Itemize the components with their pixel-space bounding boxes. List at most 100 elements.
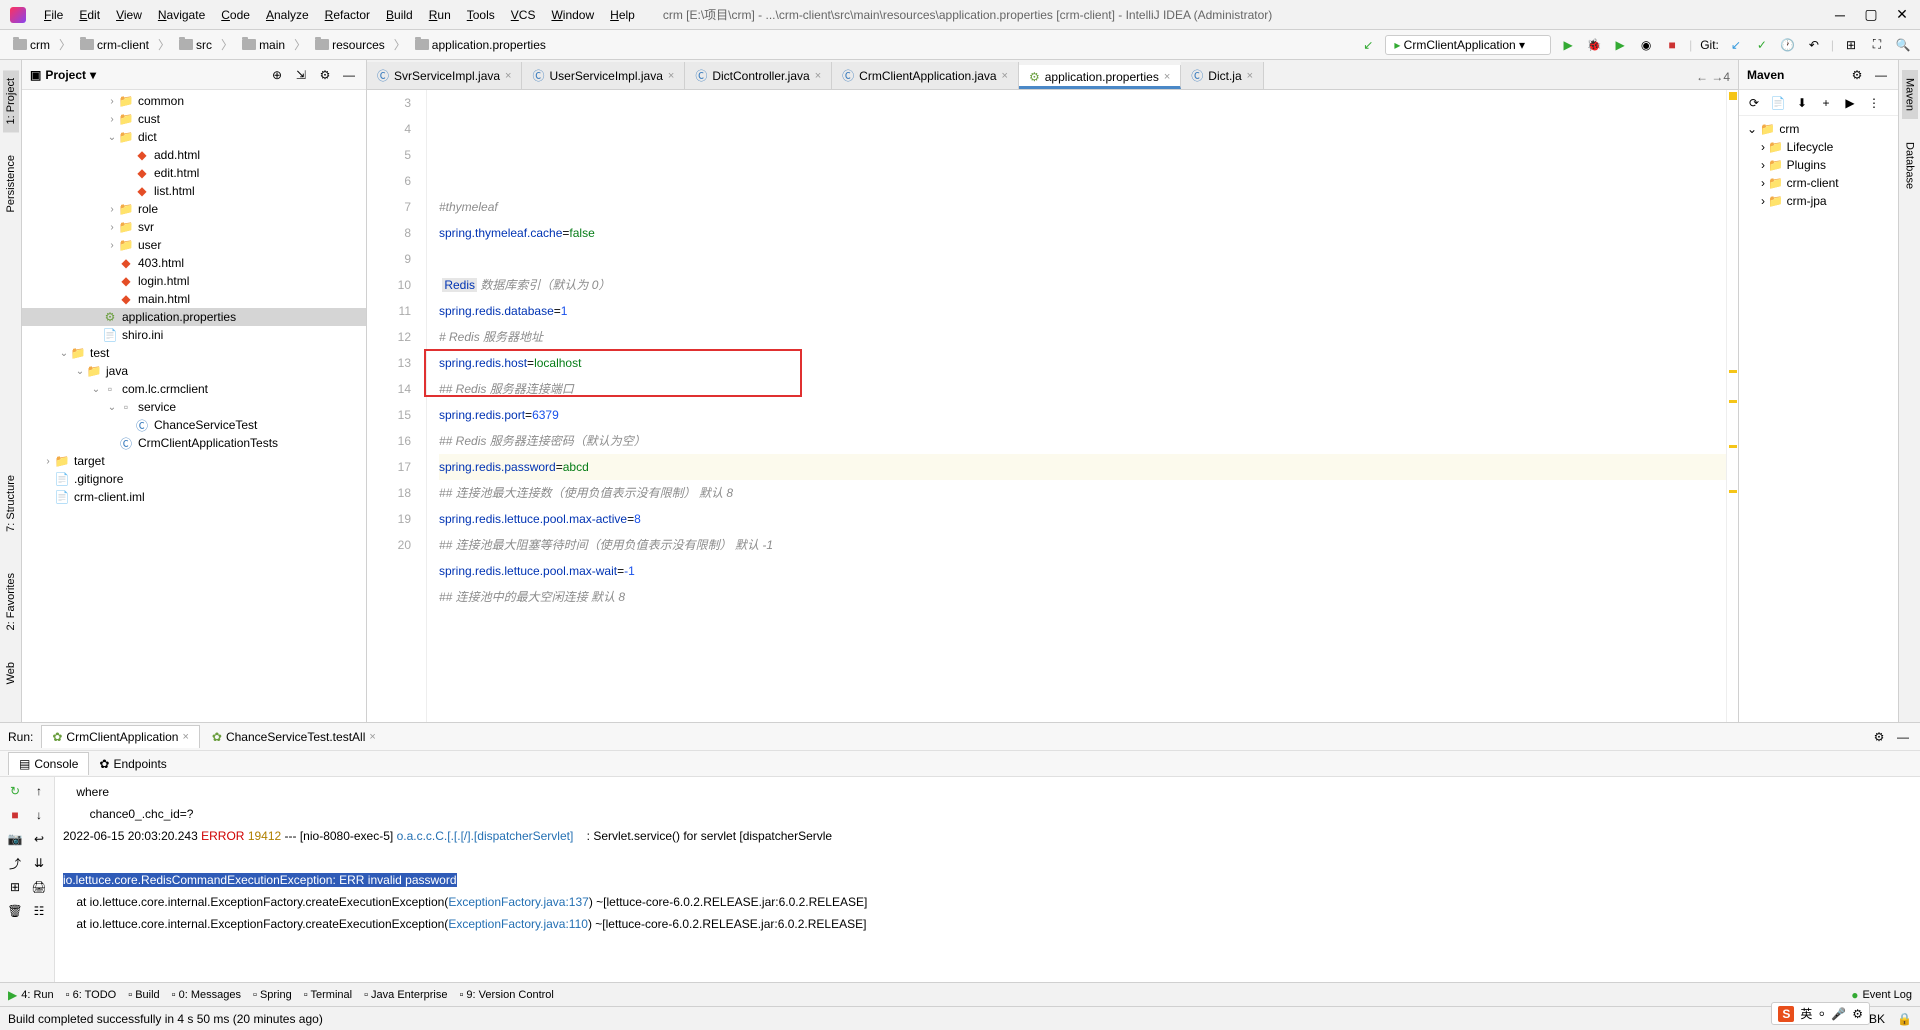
code-line[interactable] [439,246,1726,272]
layout-icon[interactable]: ⊞ [5,877,25,897]
endpoints-tab[interactable]: ✿ Endpoints [89,753,176,775]
gear-icon[interactable]: ⚙ [1848,66,1866,84]
up-icon[interactable]: ↑ [29,781,49,801]
breadcrumb-item[interactable]: main [237,36,290,54]
coverage-button[interactable]: ▶ [1611,36,1629,54]
git-commit-icon[interactable]: ✓ [1753,36,1771,54]
minimize-button[interactable]: ─ [1832,7,1848,23]
close-tab-icon[interactable]: × [815,70,821,82]
close-button[interactable]: ✕ [1894,7,1910,23]
structure-tool-tab[interactable]: 7: Structure [3,467,19,540]
code-line[interactable]: ## 连接池中的最大空闲连接 默认 8 [439,584,1726,610]
maximize-button[interactable]: ▢ [1863,7,1879,23]
status-lock-icon[interactable]: 🔒 [1897,1012,1912,1026]
database-tool-tab[interactable]: Database [1902,134,1918,197]
ime-bar[interactable]: S 英 ⸰ 🎤 ⚙ [1771,1002,1870,1025]
menu-edit[interactable]: Edit [71,5,108,25]
tree-item[interactable]: 📄shiro.ini [22,326,366,344]
close-tab-icon[interactable]: × [1247,70,1253,82]
close-tab-icon[interactable]: × [505,70,511,82]
favorites-tool-tab[interactable]: 2: Favorites [3,565,19,638]
tree-item[interactable]: 📄.gitignore [22,470,366,488]
menu-analyze[interactable]: Analyze [258,5,317,25]
tree-item[interactable]: ⌄📁test [22,344,366,362]
git-revert-icon[interactable]: ↶ [1805,36,1823,54]
web-tool-tab[interactable]: Web [3,654,19,692]
menu-file[interactable]: File [36,5,71,25]
code-area[interactable]: #thymeleafspring.thymeleaf.cache=false R… [427,90,1726,722]
tree-item[interactable]: ›📁svr [22,218,366,236]
project-tree[interactable]: ›📁common›📁cust⌄📁dict◆add.html◆edit.html◆… [22,90,366,722]
code-line[interactable]: Redis 数据库索引（默认为 0） [439,272,1726,298]
ime-settings-icon[interactable]: ⚙ [1852,1007,1863,1021]
bottom-tab[interactable]: ▫ Terminal [304,989,352,1001]
run-configuration-select[interactable]: ▸ CrmClientApplication ▾ [1385,35,1551,55]
bottom-tab[interactable]: ▫ Build [128,989,159,1001]
more-icon[interactable]: ⋮ [1865,94,1883,112]
download-icon[interactable]: ⬇ [1793,94,1811,112]
code-line[interactable]: # Redis 服务器地址 [439,324,1726,350]
add-icon[interactable]: + [1817,94,1835,112]
code-line[interactable]: spring.redis.database=1 [439,298,1726,324]
menu-navigate[interactable]: Navigate [150,5,213,25]
error-stripe[interactable] [1726,90,1738,722]
back-icon[interactable]: ↙ [1359,36,1377,54]
tree-item[interactable]: 📄crm-client.iml [22,488,366,506]
bottom-tab[interactable]: ▫ 0: Messages [172,989,241,1001]
bottom-tab[interactable]: ▫ 9: Version Control [459,989,553,1001]
console-line[interactable]: 2022-06-15 20:03:20.243 ERROR 19412 --- … [63,825,1912,847]
ime-icon[interactable]: ⸰ [1818,1005,1825,1022]
tree-item[interactable]: ›📁role [22,200,366,218]
generate-icon[interactable]: 📄 [1769,94,1787,112]
menu-vcs[interactable]: VCS [503,5,544,25]
stripe-mark[interactable] [1729,400,1737,403]
bottom-tab[interactable]: ▫ Spring [253,989,292,1001]
code-line[interactable]: ## Redis 服务器连接密码（默认为空） [439,428,1726,454]
tree-item[interactable]: ◆main.html [22,290,366,308]
collapse-icon[interactable]: ⇲ [292,66,310,84]
git-history-icon[interactable]: 🕐 [1779,36,1797,54]
code-line[interactable]: spring.redis.lettuce.pool.max-wait=-1 [439,558,1726,584]
tree-item[interactable]: ›📁user [22,236,366,254]
locate-icon[interactable]: ⊕ [268,66,286,84]
breadcrumb-item[interactable]: crm [8,36,55,54]
search-icon[interactable]: 🔍 [1894,36,1912,54]
maven-item[interactable]: › 📁 Plugins [1743,156,1894,174]
menu-view[interactable]: View [108,5,150,25]
tree-item[interactable]: ⒸChanceServiceTest [22,416,366,434]
ime-lang[interactable]: 英 [1800,1005,1812,1022]
maven-root[interactable]: ⌄ 📁 crm [1743,120,1894,138]
tree-item[interactable]: ◆403.html [22,254,366,272]
console-line[interactable]: where [63,781,1912,803]
menu-run[interactable]: Run [421,5,459,25]
maven-tree[interactable]: ⌄ 📁 crm › 📁 Lifecycle› 📁 Plugins› 📁 crm-… [1739,116,1898,214]
editor-tab[interactable]: ⒸSvrServiceImpl.java × [367,62,522,89]
code-line[interactable] [439,610,1726,636]
debug-button[interactable]: 🐞 [1585,36,1603,54]
code-line[interactable]: #thymeleaf [439,194,1726,220]
code-line[interactable] [439,168,1726,194]
exit-icon[interactable]: ⤴ [5,853,25,873]
editor-tab[interactable]: ⒸDict.ja × [1181,62,1264,89]
bottom-tab[interactable]: ▫ Java Enterprise [364,989,447,1001]
code-line[interactable]: spring.redis.password=abcd [439,454,1726,480]
tree-item[interactable]: ›📁cust [22,110,366,128]
editor-tab[interactable]: ⒸUserServiceImpl.java × [522,62,685,89]
tree-item[interactable]: ⌄▫service [22,398,366,416]
structure-icon[interactable]: ⊞ [1842,36,1860,54]
code-line[interactable]: ## 连接池最大连接数（使用负值表示没有限制） 默认 8 [439,480,1726,506]
stripe-mark[interactable] [1729,370,1737,373]
bottom-tab[interactable]: ▶ 4: Run [8,988,54,1002]
filter-icon[interactable]: ☷ [29,901,49,921]
menu-window[interactable]: Window [543,5,602,25]
console-output[interactable]: where chance0_.chc_id=?2022-06-15 20:03:… [55,777,1920,982]
console-line[interactable] [63,847,1912,869]
maven-tool-tab[interactable]: Maven [1902,70,1918,119]
editor-tab[interactable]: ⒸDictController.java × [685,62,832,89]
menu-build[interactable]: Build [378,5,421,25]
tree-item[interactable]: ⒸCrmClientApplicationTests [22,434,366,452]
stop-icon[interactable]: ■ [5,805,25,825]
down-icon[interactable]: ↓ [29,805,49,825]
code-line[interactable]: ## Redis 服务器连接端口 [439,376,1726,402]
editor-tab[interactable]: ⚙application.properties × [1019,65,1181,89]
